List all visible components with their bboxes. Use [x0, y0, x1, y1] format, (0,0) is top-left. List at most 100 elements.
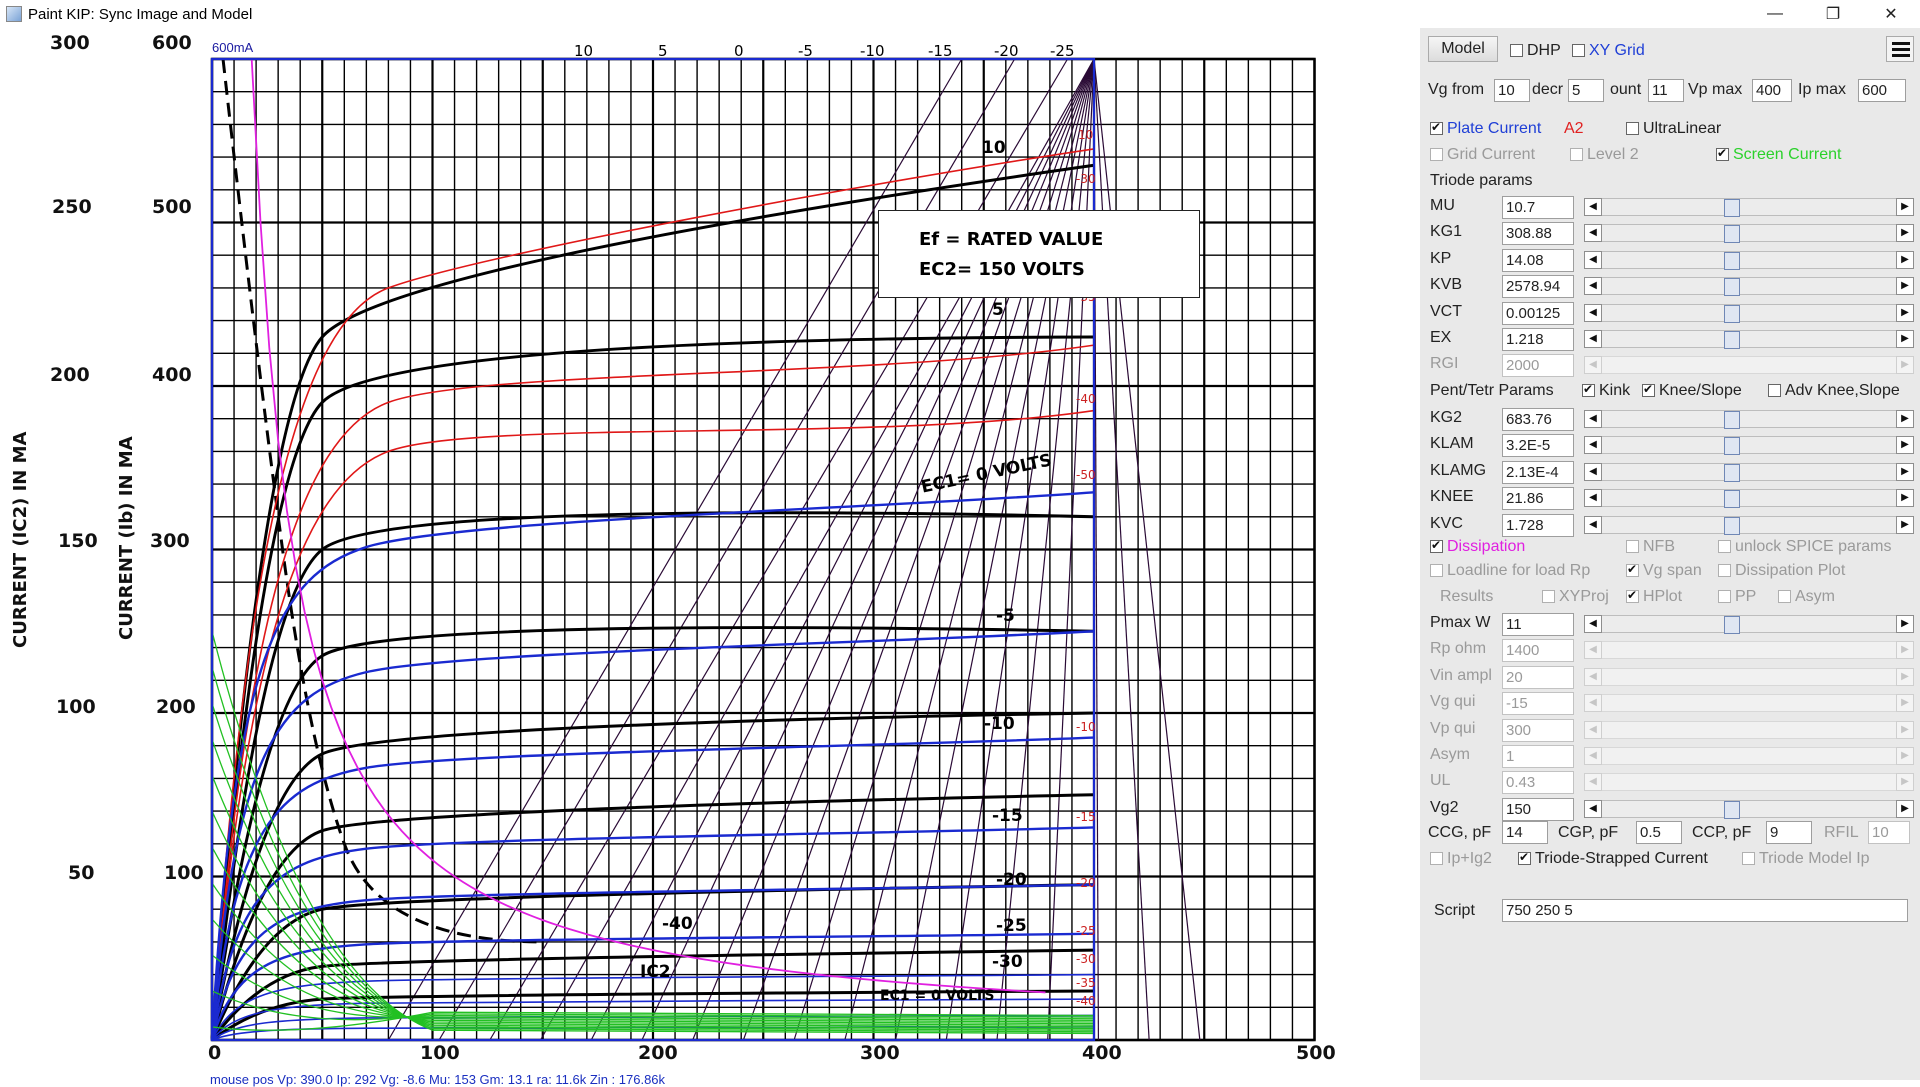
param-value-input[interactable]: -15: [1502, 692, 1574, 716]
slider-left-arrow-icon[interactable]: ◀: [1584, 277, 1602, 296]
param-slider[interactable]: ◀ ▶: [1584, 198, 1914, 217]
slider-thumb[interactable]: [1724, 490, 1740, 509]
slider-right-arrow-icon[interactable]: ▶: [1896, 641, 1914, 660]
triode-strapped-checkbox[interactable]: Triode-Strapped Current: [1518, 850, 1708, 868]
param-slider[interactable]: ◀ ▶: [1584, 720, 1914, 739]
vp-max-input[interactable]: 400: [1752, 79, 1792, 102]
slider-thumb[interactable]: [1724, 304, 1740, 323]
slider-left-arrow-icon[interactable]: ◀: [1584, 250, 1602, 269]
slider-right-arrow-icon[interactable]: ▶: [1896, 720, 1914, 739]
checkbox-icon[interactable]: [1572, 44, 1585, 57]
param-slider[interactable]: ◀ ▶: [1584, 799, 1914, 819]
param-value-input[interactable]: 1400: [1502, 639, 1574, 663]
unlock-spice-checkbox[interactable]: unlock SPICE params: [1718, 538, 1892, 556]
slider-left-arrow-icon[interactable]: ◀: [1584, 436, 1602, 455]
ccg-input[interactable]: 14: [1502, 821, 1548, 844]
slider-track[interactable]: [1602, 515, 1896, 535]
param-slider[interactable]: ◀ ▶: [1584, 436, 1914, 456]
slider-right-arrow-icon[interactable]: ▶: [1896, 747, 1914, 765]
param-value-input[interactable]: 1: [1502, 745, 1574, 768]
slider-track[interactable]: [1602, 667, 1896, 686]
checkbox-icon[interactable]: [1542, 590, 1555, 603]
slider-right-arrow-icon[interactable]: ▶: [1896, 277, 1914, 296]
param-slider[interactable]: ◀ ▶: [1584, 641, 1914, 660]
slider-left-arrow-icon[interactable]: ◀: [1584, 303, 1602, 322]
loadline-checkbox[interactable]: Loadline for load Rp: [1430, 562, 1590, 580]
param-slider[interactable]: ◀ ▶: [1584, 747, 1914, 765]
checkbox-icon[interactable]: [1430, 538, 1443, 553]
slider-thumb[interactable]: [1724, 616, 1740, 634]
slider-track[interactable]: [1602, 224, 1896, 244]
slider-track[interactable]: [1602, 799, 1896, 819]
slider-left-arrow-icon[interactable]: ◀: [1584, 720, 1602, 739]
slider-left-arrow-icon[interactable]: ◀: [1584, 198, 1602, 216]
screen-current-checkbox[interactable]: Screen Current: [1716, 146, 1842, 164]
param-slider[interactable]: ◀ ▶: [1584, 694, 1914, 713]
ccp-input[interactable]: 9: [1766, 821, 1812, 844]
checkbox-icon[interactable]: [1626, 122, 1639, 135]
checkbox-icon[interactable]: [1742, 852, 1755, 865]
slider-thumb[interactable]: [1724, 199, 1740, 217]
checkbox-icon[interactable]: [1570, 148, 1583, 161]
slider-thumb[interactable]: [1724, 800, 1740, 819]
slider-right-arrow-icon[interactable]: ▶: [1896, 356, 1914, 375]
slider-left-arrow-icon[interactable]: ◀: [1584, 462, 1602, 481]
slider-right-arrow-icon[interactable]: ▶: [1896, 436, 1914, 455]
level2-checkbox[interactable]: Level 2: [1570, 146, 1639, 164]
checkbox-icon[interactable]: [1718, 564, 1731, 577]
close-button[interactable]: ✕: [1862, 0, 1920, 28]
hplot-checkbox[interactable]: HPlot: [1626, 588, 1682, 606]
slider-thumb[interactable]: [1724, 251, 1740, 270]
ip-max-input[interactable]: 600: [1858, 79, 1906, 102]
slider-track[interactable]: [1602, 250, 1896, 270]
triode-model-ip-checkbox[interactable]: Triode Model Ip: [1742, 850, 1870, 868]
slider-right-arrow-icon[interactable]: ▶: [1896, 667, 1914, 686]
ip-ig2-checkbox[interactable]: Ip+Ig2: [1430, 850, 1492, 868]
decr-input[interactable]: 5: [1568, 79, 1604, 102]
menu-icon[interactable]: [1886, 36, 1914, 62]
param-slider[interactable]: ◀ ▶: [1584, 330, 1914, 349]
asym-checkbox[interactable]: Asym: [1778, 588, 1835, 606]
dissipation-plot-checkbox[interactable]: Dissipation Plot: [1718, 562, 1845, 580]
slider-track[interactable]: [1602, 462, 1896, 482]
cgp-input[interactable]: 0.5: [1636, 821, 1682, 844]
restore-button[interactable]: ❐: [1804, 0, 1862, 28]
slider-right-arrow-icon[interactable]: ▶: [1896, 330, 1914, 348]
param-value-input[interactable]: 2.13E-4: [1502, 460, 1574, 484]
model-button[interactable]: Model: [1428, 36, 1498, 62]
slider-right-arrow-icon[interactable]: ▶: [1896, 489, 1914, 508]
dhp-checkbox[interactable]: DHP: [1510, 42, 1561, 60]
checkbox-icon[interactable]: [1430, 148, 1443, 161]
slider-track[interactable]: [1602, 615, 1896, 634]
checkbox-icon[interactable]: [1718, 590, 1731, 603]
checkbox-icon[interactable]: [1430, 564, 1443, 577]
slider-left-arrow-icon[interactable]: ◀: [1584, 515, 1602, 534]
param-value-input[interactable]: 2578.94: [1502, 275, 1574, 299]
checkbox-icon[interactable]: [1518, 850, 1531, 865]
param-value-input[interactable]: 0.00125: [1502, 301, 1574, 325]
pp-checkbox[interactable]: PP: [1718, 588, 1756, 606]
xyproj-checkbox[interactable]: XYProj: [1542, 588, 1609, 606]
plate-curve-image[interactable]: [0, 28, 1420, 1080]
slider-track[interactable]: [1602, 720, 1896, 739]
xy-grid-checkbox[interactable]: XY Grid: [1572, 42, 1645, 60]
slider-track[interactable]: [1602, 641, 1896, 660]
param-slider[interactable]: ◀ ▶: [1584, 356, 1914, 375]
param-value-input[interactable]: 683.76: [1502, 408, 1574, 431]
slider-left-arrow-icon[interactable]: ◀: [1584, 747, 1602, 765]
vg-span-checkbox[interactable]: Vg span: [1626, 562, 1702, 580]
slider-track[interactable]: [1602, 773, 1896, 792]
param-slider[interactable]: ◀ ▶: [1584, 667, 1914, 686]
slider-left-arrow-icon[interactable]: ◀: [1584, 694, 1602, 713]
script-input[interactable]: 750 250 5: [1502, 899, 1908, 922]
vg-from-input[interactable]: 10: [1494, 79, 1530, 102]
minimize-button[interactable]: —: [1746, 0, 1804, 28]
rfil-input[interactable]: 10: [1868, 821, 1910, 844]
param-slider[interactable]: ◀ ▶: [1584, 462, 1914, 482]
checkbox-icon[interactable]: [1778, 590, 1791, 603]
plate-current-checkbox[interactable]: Plate Current: [1430, 120, 1541, 138]
checkbox-icon[interactable]: [1716, 146, 1729, 161]
checkbox-icon[interactable]: [1642, 382, 1655, 397]
param-slider[interactable]: ◀ ▶: [1584, 303, 1914, 323]
slider-right-arrow-icon[interactable]: ▶: [1896, 799, 1914, 818]
